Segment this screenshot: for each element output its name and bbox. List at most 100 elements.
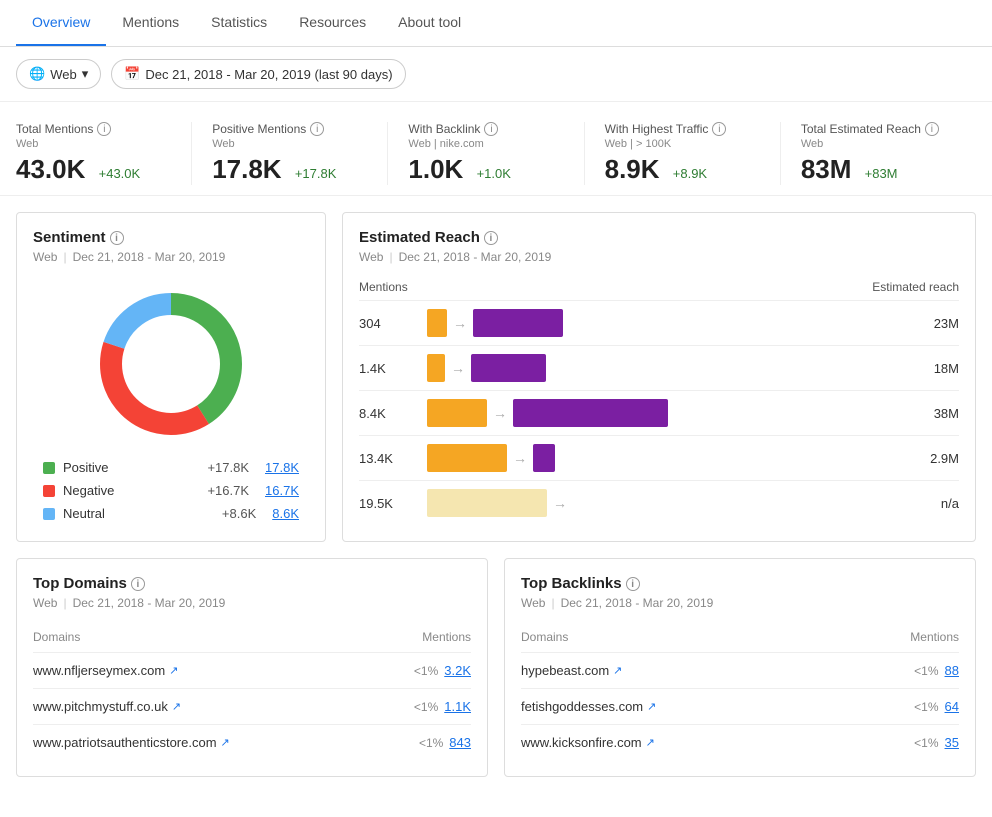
tab-mentions[interactable]: Mentions — [106, 0, 195, 46]
main-content: Sentiment i Web | Dec 21, 2018 - Mar 20,… — [0, 196, 992, 558]
total-mentions-value: 43.0K +43.0K — [16, 154, 171, 185]
toolbar: 🌐 Web ▾ 📅 Dec 21, 2018 - Mar 20, 2019 (l… — [0, 47, 992, 102]
reach-col-reach: Estimated reach — [872, 280, 959, 294]
estimated-reach-title: Estimated Reach — [359, 229, 480, 246]
reach-row-0: 304 → 23M — [359, 300, 959, 345]
estimated-reach-total-value: 83M +83M — [801, 154, 956, 185]
legend-label-neutral: Neutral — [63, 506, 214, 521]
top-domains-row-1: www.pitchmystuff.co.uk ↗ <1% 1.1K — [33, 689, 471, 725]
total-mentions-label: Total Mentions — [16, 122, 93, 136]
top-domains-col-mentions: Mentions — [422, 630, 471, 644]
total-mentions-info[interactable]: i — [97, 122, 111, 136]
top-domain-name-2: www.patriotsauthenticstore.com — [33, 735, 217, 750]
tab-overview[interactable]: Overview — [16, 0, 106, 46]
estimated-reach-total-sub: Web — [801, 138, 956, 150]
summary-card-estimated-reach: Total Estimated Reach i Web 83M +83M — [781, 122, 976, 185]
top-backlinks-info-icon[interactable]: i — [626, 577, 640, 591]
reach-bar-area-3: → — [427, 444, 901, 472]
positive-mentions-info[interactable]: i — [310, 122, 324, 136]
legend-delta-positive: +17.8K — [207, 460, 249, 475]
top-backlink-count-0[interactable]: 88 — [945, 663, 959, 678]
reach-value-bar-1 — [471, 354, 546, 382]
date-range-button[interactable]: 📅 Dec 21, 2018 - Mar 20, 2019 (last 90 d… — [111, 59, 405, 89]
reach-value-4: n/a — [909, 496, 959, 511]
backlink-external-icon-1[interactable]: ↗ — [647, 700, 656, 713]
reach-value-0: 23M — [909, 316, 959, 331]
top-domain-count-0[interactable]: 3.2K — [444, 663, 471, 678]
top-domains-meta-date: Dec 21, 2018 - Mar 20, 2019 — [73, 596, 226, 610]
top-backlinks-row-0: hypebeast.com ↗ <1% 88 — [521, 653, 959, 689]
bottom-row: Top Domains i Web | Dec 21, 2018 - Mar 2… — [0, 558, 992, 793]
top-backlinks-col-domains: Domains — [521, 630, 568, 644]
top-domain-name-1: www.pitchmystuff.co.uk — [33, 699, 168, 714]
globe-icon: 🌐 — [29, 66, 45, 82]
backlink-external-icon-0[interactable]: ↗ — [613, 664, 622, 677]
sentiment-meta-date: Dec 21, 2018 - Mar 20, 2019 — [73, 250, 226, 264]
summary-card-highest-traffic: With Highest Traffic i Web | > 100K 8.9K… — [585, 122, 781, 185]
external-link-icon-0[interactable]: ↗ — [169, 664, 178, 677]
nav-bar: Overview Mentions Statistics Resources A… — [0, 0, 992, 47]
top-domains-info-icon[interactable]: i — [131, 577, 145, 591]
top-backlink-count-2[interactable]: 35 — [945, 735, 959, 750]
estimated-reach-total-info[interactable]: i — [925, 122, 939, 136]
reach-mentions-bar-2 — [427, 399, 487, 427]
top-backlink-domain-1: fetishgoddesses.com — [521, 699, 643, 714]
legend-label-positive: Positive — [63, 460, 199, 475]
top-domains-row-2: www.patriotsauthenticstore.com ↗ <1% 843 — [33, 725, 471, 760]
tab-resources[interactable]: Resources — [283, 0, 382, 46]
legend-delta-neutral: +8.6K — [222, 506, 256, 521]
calendar-icon: 📅 — [124, 66, 140, 82]
estimated-reach-info-icon[interactable]: i — [484, 231, 498, 245]
sentiment-title: Sentiment — [33, 229, 106, 246]
positive-mentions-sub: Web — [212, 138, 367, 150]
legend-item-positive: Positive +17.8K 17.8K — [43, 460, 299, 475]
reach-col-mentions: Mentions — [359, 280, 408, 294]
top-domain-pct-0: <1% — [414, 664, 438, 678]
tab-statistics[interactable]: Statistics — [195, 0, 283, 46]
legend-link-negative[interactable]: 16.7K — [265, 483, 299, 498]
legend-dot-neutral — [43, 508, 55, 520]
top-backlink-pct-0: <1% — [914, 664, 938, 678]
external-link-icon-1[interactable]: ↗ — [172, 700, 181, 713]
highest-traffic-value: 8.9K +8.9K — [605, 154, 760, 185]
sentiment-legend: Positive +17.8K 17.8K Negative +16.7K 16… — [33, 460, 309, 521]
top-domain-count-2[interactable]: 843 — [449, 735, 471, 750]
sentiment-meta-source: Web — [33, 250, 57, 264]
reach-mentions-1: 1.4K — [359, 361, 419, 376]
arrow-right-icon-3: → — [513, 450, 527, 466]
summary-card-total-mentions: Total Mentions i Web 43.0K +43.0K — [16, 122, 192, 185]
summary-row: Total Mentions i Web 43.0K +43.0K Positi… — [0, 102, 992, 196]
summary-card-with-backlink: With Backlink i Web | nike.com 1.0K +1.0… — [388, 122, 584, 185]
top-domains-col-domains: Domains — [33, 630, 80, 644]
reach-value-1: 18M — [909, 361, 959, 376]
sentiment-info-icon[interactable]: i — [110, 231, 124, 245]
with-backlink-value: 1.0K +1.0K — [408, 154, 563, 185]
with-backlink-info[interactable]: i — [484, 122, 498, 136]
top-backlinks-title: Top Backlinks — [521, 575, 622, 592]
reach-bar-area-4: → — [427, 489, 901, 517]
reach-row-3: 13.4K → 2.9M — [359, 435, 959, 480]
reach-bar-area-2: → — [427, 399, 901, 427]
reach-row-4: 19.5K → n/a — [359, 480, 959, 525]
tab-about-tool[interactable]: About tool — [382, 0, 477, 46]
sentiment-card: Sentiment i Web | Dec 21, 2018 - Mar 20,… — [16, 212, 326, 542]
legend-link-neutral[interactable]: 8.6K — [272, 506, 299, 521]
top-backlink-domain-2: www.kicksonfire.com — [521, 735, 642, 750]
top-domains-title: Top Domains — [33, 575, 127, 592]
chevron-down-icon: ▾ — [82, 66, 89, 82]
reach-value-2: 38M — [909, 406, 959, 421]
total-mentions-sub: Web — [16, 138, 171, 150]
top-backlink-count-1[interactable]: 64 — [945, 699, 959, 714]
positive-mentions-label: Positive Mentions — [212, 122, 306, 136]
top-domain-count-1[interactable]: 1.1K — [444, 699, 471, 714]
reach-mentions-4: 19.5K — [359, 496, 419, 511]
legend-link-positive[interactable]: 17.8K — [265, 460, 299, 475]
legend-dot-negative — [43, 485, 55, 497]
external-link-icon-2[interactable]: ↗ — [221, 736, 230, 749]
reach-value-bar-0 — [473, 309, 563, 337]
backlink-external-icon-2[interactable]: ↗ — [646, 736, 655, 749]
highest-traffic-info[interactable]: i — [712, 122, 726, 136]
web-filter-button[interactable]: 🌐 Web ▾ — [16, 59, 101, 89]
date-range-label: Dec 21, 2018 - Mar 20, 2019 (last 90 day… — [145, 67, 392, 82]
top-domains-card: Top Domains i Web | Dec 21, 2018 - Mar 2… — [16, 558, 488, 777]
